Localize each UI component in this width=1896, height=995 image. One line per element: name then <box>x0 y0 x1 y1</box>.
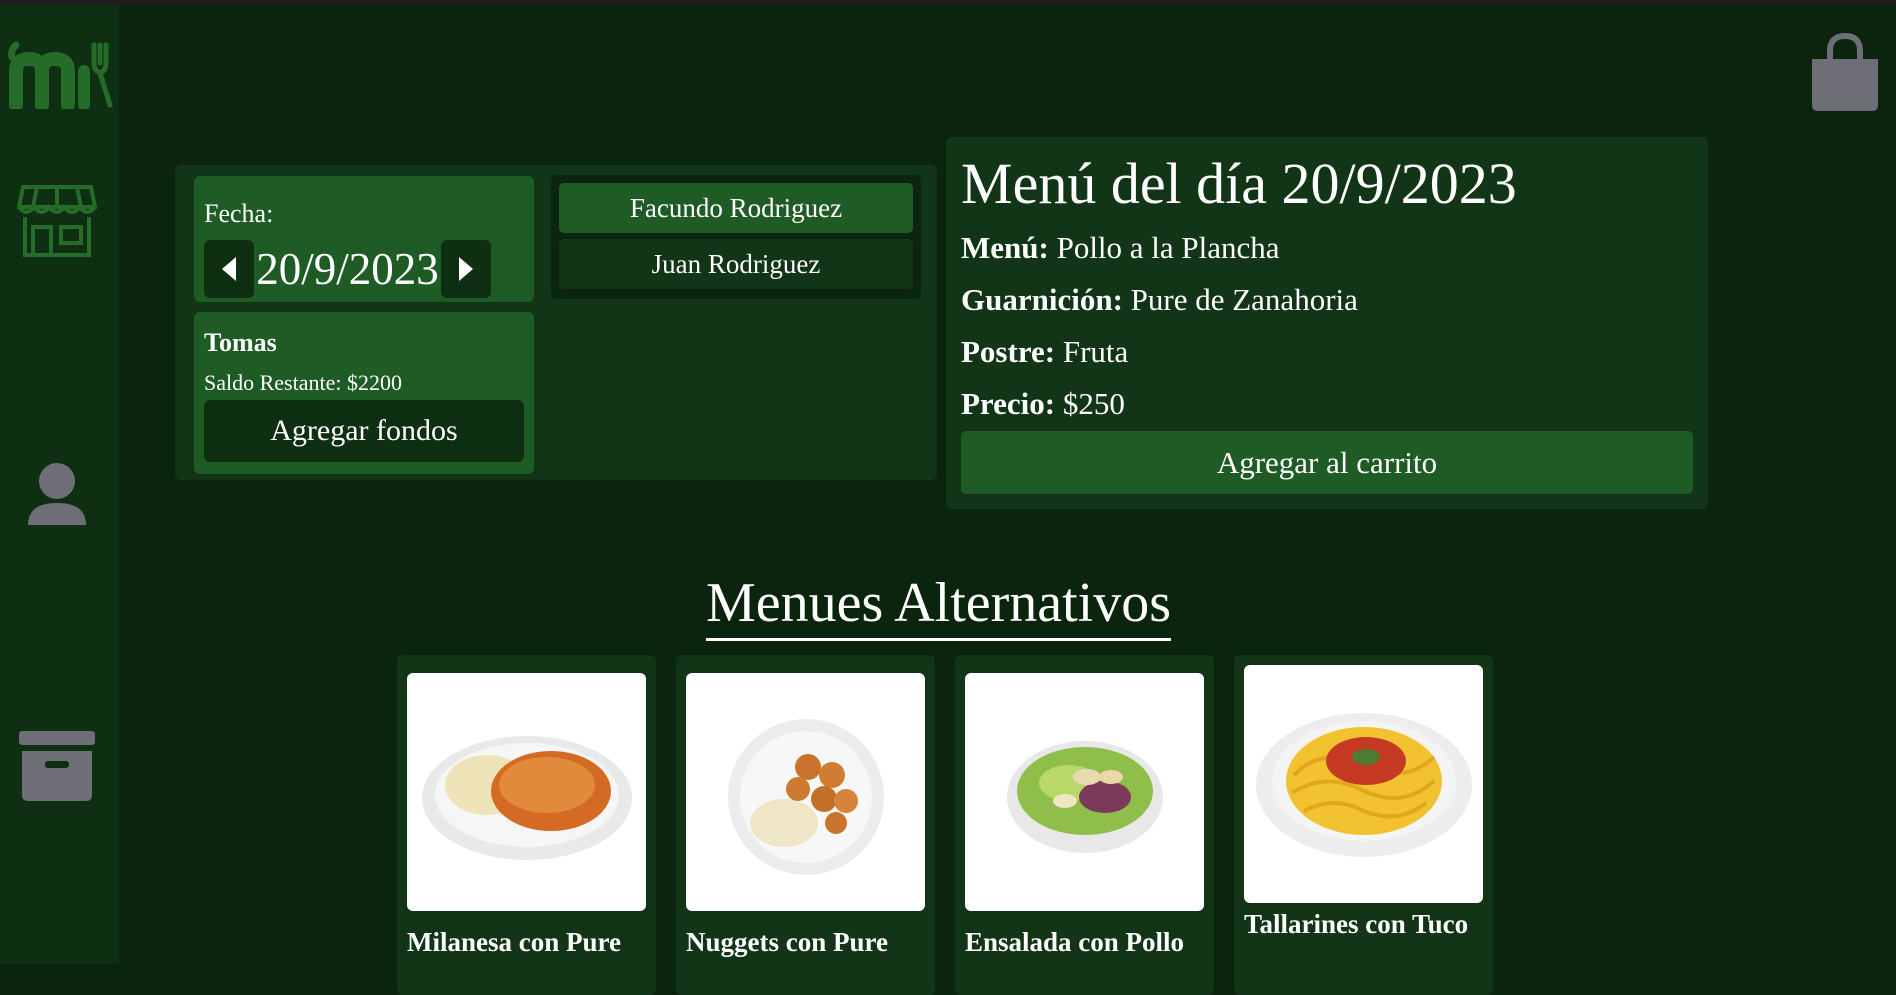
user-icon[interactable] <box>26 461 88 532</box>
alt-menu-card-milanesa[interactable]: Milanesa con Pure <box>397 655 656 995</box>
shopping-bag-icon[interactable] <box>1810 32 1880 113</box>
alternatives-title: Menues Alternativos <box>706 572 1172 641</box>
add-to-cart-button[interactable]: Agregar al carrito <box>961 431 1693 494</box>
milanesa-image <box>407 673 646 911</box>
store-icon[interactable] <box>16 183 98 264</box>
logo-icon[interactable] <box>6 41 116 112</box>
menu-side-value: Pure de Zanahoria <box>1130 282 1358 317</box>
menu-of-day-title: Menú del día 20/9/2023 <box>961 151 1517 216</box>
current-user-name: Tomas <box>204 328 277 357</box>
date-picker: Fecha: 20/9/2023 <box>194 176 534 302</box>
alt-menu-name: Nuggets con Pure <box>686 927 888 957</box>
menu-of-day-panel: Menú del día 20/9/2023 Menú: Pollo a la … <box>946 137 1708 509</box>
alt-menu-card-ensalada[interactable]: Ensalada con Pollo <box>955 655 1214 995</box>
tallarines-image <box>1244 665 1483 903</box>
user-list: Facundo Rodriguez Juan Rodriguez <box>551 175 921 299</box>
alt-menu-card-nuggets[interactable]: Nuggets con Pure <box>676 655 935 995</box>
alt-menu-card-tallarines[interactable]: Tallarines con Tuco <box>1234 655 1493 995</box>
menu-side-line: Guarnición: Pure de Zanahoria <box>961 282 1358 318</box>
menu-price-label: Precio: <box>961 386 1056 421</box>
sidebar <box>0 5 119 964</box>
previous-date-button[interactable] <box>204 240 254 298</box>
menu-price-line: Precio: $250 <box>961 386 1125 422</box>
add-funds-button[interactable]: Agregar fondos <box>204 400 524 462</box>
menu-dessert-label: Postre: <box>961 334 1056 369</box>
menu-dessert-line: Postre: Fruta <box>961 334 1128 370</box>
ensalada-image <box>965 673 1204 911</box>
user-item-juan[interactable]: Juan Rodriguez <box>559 239 913 289</box>
user-item-facundo[interactable]: Facundo Rodriguez <box>559 183 913 233</box>
caret-right-icon <box>459 257 473 281</box>
next-date-button[interactable] <box>441 240 491 298</box>
nuggets-image <box>686 673 925 911</box>
alt-menu-name: Tallarines con Tuco <box>1244 909 1469 939</box>
user-balance-card: Tomas Saldo Restante: $2200 Agregar fond… <box>194 312 534 474</box>
menu-price-value: $250 <box>1062 386 1125 421</box>
menu-dish-value: Pollo a la Plancha <box>1056 230 1280 265</box>
menu-dish-line: Menú: Pollo a la Plancha <box>961 230 1280 266</box>
archive-icon[interactable] <box>17 729 97 808</box>
balance-text: Saldo Restante: $2200 <box>204 370 402 395</box>
menu-side-label: Guarnición: <box>961 282 1123 317</box>
top-border <box>0 0 1896 5</box>
user-date-panel: Fecha: 20/9/2023 Tomas Saldo Restante: $… <box>175 165 937 480</box>
alt-menu-name: Milanesa con Pure <box>407 927 621 957</box>
menu-dish-label: Menú: <box>961 230 1049 265</box>
date-label: Fecha: <box>204 199 274 228</box>
caret-left-icon <box>222 257 236 281</box>
date-value: 20/9/2023 <box>256 244 439 294</box>
alt-menu-name: Ensalada con Pollo <box>965 927 1185 957</box>
menu-dessert-value: Fruta <box>1062 334 1129 369</box>
